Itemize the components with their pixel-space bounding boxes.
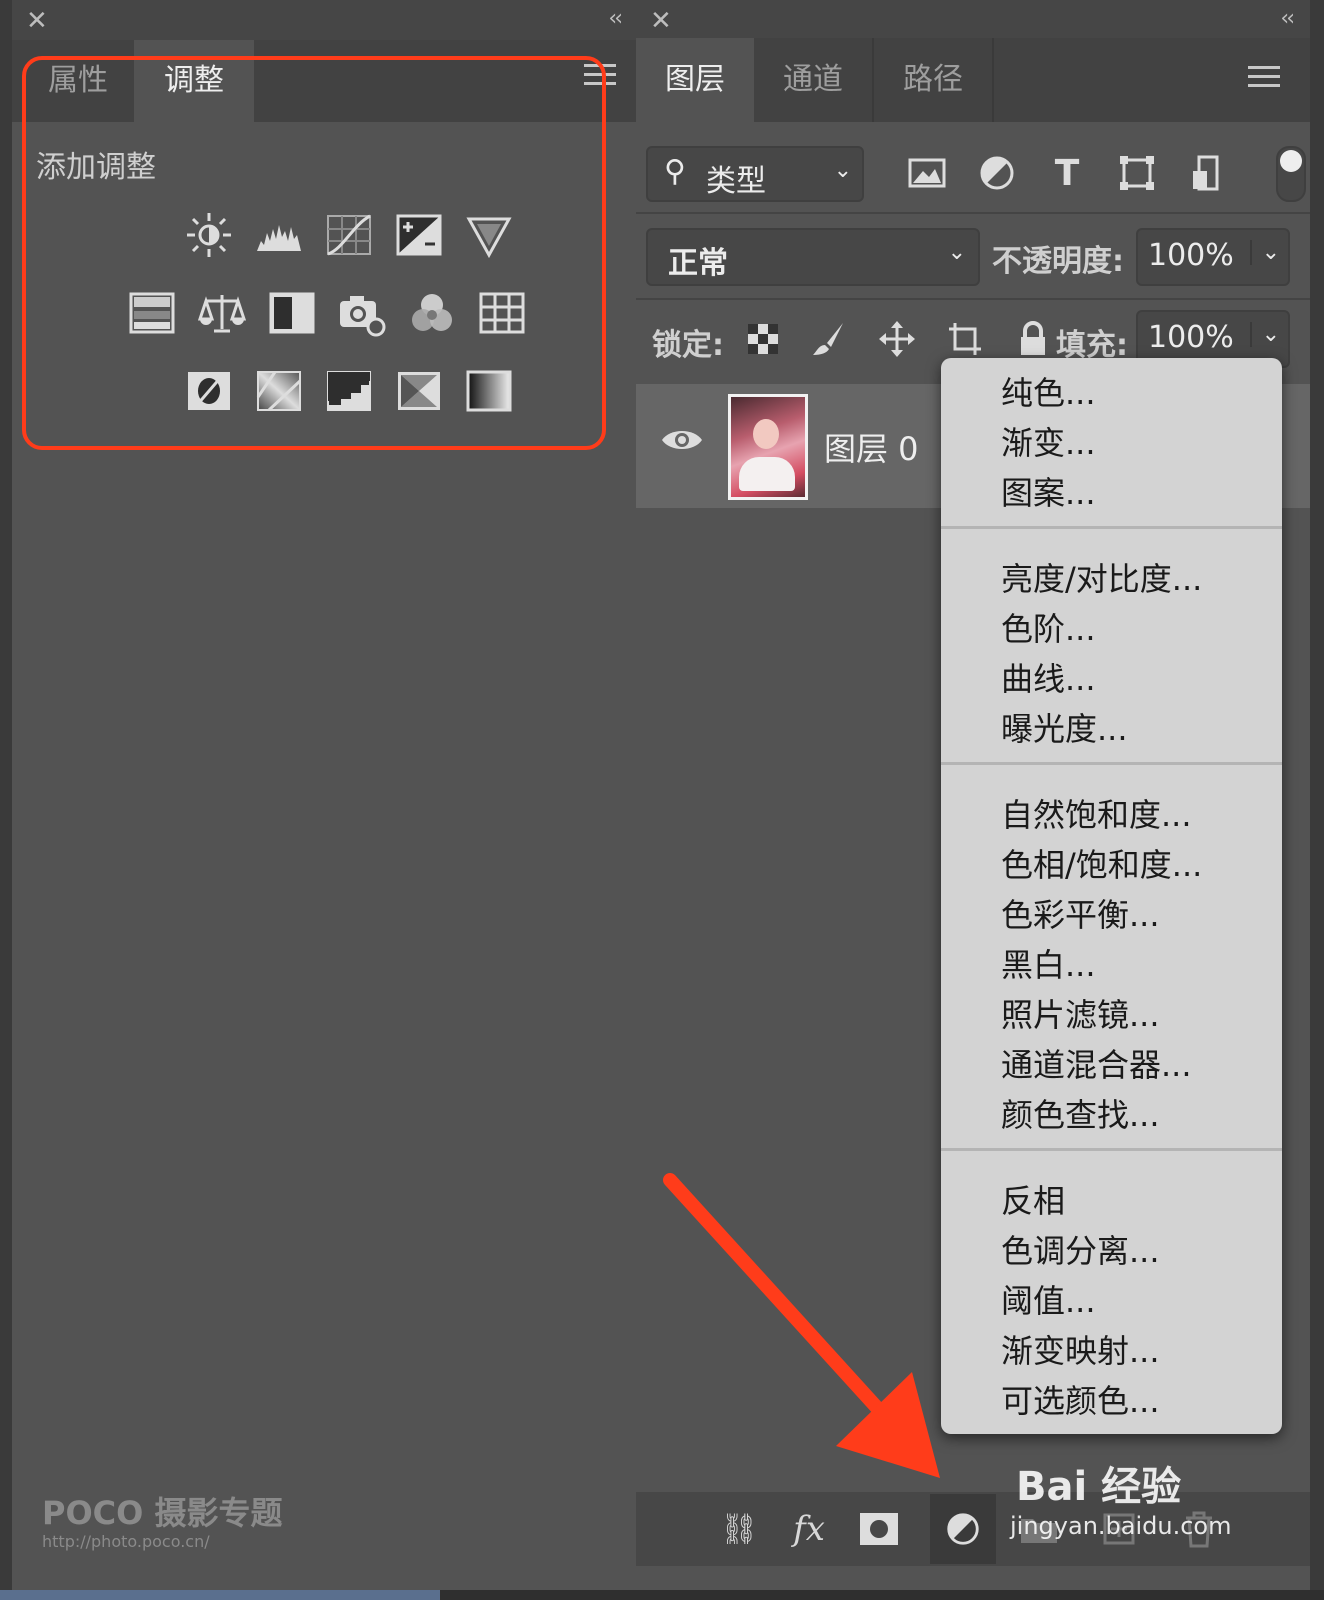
collapse-icon[interactable]: ‹‹ xyxy=(608,6,623,31)
menu-item[interactable]: 图案... xyxy=(1001,468,1096,514)
link-layers-icon[interactable]: ⛓ xyxy=(716,1506,762,1552)
filter-type-icon[interactable]: T xyxy=(1044,150,1090,196)
lock-label: 锁定: xyxy=(652,328,724,363)
tab-paths[interactable]: 路径 xyxy=(874,38,994,122)
lock-artboard-icon[interactable] xyxy=(942,316,988,362)
chevron-down-icon[interactable]: ⌄ xyxy=(1249,240,1280,265)
annotation-arrow xyxy=(663,1173,940,1478)
menu-item[interactable]: 自然饱和度... xyxy=(1001,790,1192,836)
menu-item[interactable]: 黑白... xyxy=(1001,940,1096,986)
collapse-icon[interactable]: ‹‹ xyxy=(1280,6,1295,31)
bottom-strip xyxy=(0,1590,1324,1600)
chevron-down-icon: ⌄ xyxy=(833,158,852,183)
add-mask-icon[interactable] xyxy=(856,1506,902,1552)
eye-visibility-icon[interactable] xyxy=(660,420,704,464)
layer-name[interactable]: 图层 0 xyxy=(824,424,919,470)
annotation-highlight-box xyxy=(22,56,606,450)
menu-separator xyxy=(941,762,1282,765)
fx-icon[interactable]: fx xyxy=(786,1506,832,1552)
close-icon[interactable]: ✕ xyxy=(650,6,672,36)
new-adjustment-layer-icon[interactable] xyxy=(930,1494,996,1564)
menu-item[interactable]: 通道混合器... xyxy=(1001,1040,1192,1086)
adjustments-panel: ✕ ‹‹ 属性 调整 添加调整 POCO 摄影专题 http://photo.p… xyxy=(12,0,638,1590)
divider xyxy=(636,298,1310,300)
blend-mode-select[interactable]: 正常 ⌄ xyxy=(646,228,980,286)
fill-value[interactable]: 100% xyxy=(1148,320,1234,355)
panel-menu-icon[interactable] xyxy=(1248,66,1280,92)
menu-item[interactable]: 可选颜色... xyxy=(1001,1376,1160,1422)
lock-all-icon[interactable] xyxy=(1010,316,1056,362)
layer-thumbnail[interactable] xyxy=(728,394,808,500)
chevron-down-icon: ⌄ xyxy=(947,240,966,265)
right-panel-titlebar: ✕ ‹‹ xyxy=(636,0,1310,40)
search-icon: ⚲ xyxy=(664,154,686,189)
close-icon[interactable]: ✕ xyxy=(26,6,48,36)
blend-mode-value: 正常 xyxy=(668,246,728,281)
menu-item[interactable]: 色相/饱和度... xyxy=(1001,840,1202,886)
menu-item[interactable]: 照片滤镜... xyxy=(1001,990,1160,1036)
filter-adjustment-icon[interactable] xyxy=(974,150,1020,196)
menu-item[interactable]: 颜色查找... xyxy=(1001,1090,1160,1136)
filter-pixel-icon[interactable] xyxy=(904,150,950,196)
chevron-down-icon[interactable]: ⌄ xyxy=(1249,322,1280,347)
adjustment-layer-context-menu: 纯色... 渐变... 图案... 亮度/对比度... 色阶... 曲线... … xyxy=(941,358,1282,1434)
menu-item[interactable]: 反相 xyxy=(1001,1176,1065,1222)
menu-item[interactable]: 纯色... xyxy=(1001,368,1096,414)
menu-item[interactable]: 色阶... xyxy=(1001,604,1096,650)
opacity-value[interactable]: 100% xyxy=(1148,238,1234,273)
layers-tabs: 图层 通道 路径 xyxy=(636,38,1310,122)
filter-kind-label: 类型 xyxy=(706,164,766,199)
menu-item[interactable]: 渐变... xyxy=(1001,418,1096,464)
filter-shape-icon[interactable] xyxy=(1114,150,1160,196)
menu-item[interactable]: 曝光度... xyxy=(1001,704,1128,750)
filter-toggle[interactable] xyxy=(1276,146,1306,202)
menu-item[interactable]: 阈值... xyxy=(1001,1276,1096,1322)
menu-separator xyxy=(941,1148,1282,1151)
left-panel-titlebar: ✕ ‹‹ xyxy=(12,0,638,40)
poco-watermark: POCO 摄影专题 http://photo.poco.cn/ xyxy=(42,1494,283,1551)
lock-pixels-brush-icon[interactable] xyxy=(806,316,852,362)
opacity-label: 不透明度: xyxy=(992,244,1124,279)
tab-channels[interactable]: 通道 xyxy=(754,38,874,122)
filter-smartobject-icon[interactable] xyxy=(1184,150,1230,196)
opacity-field[interactable]: 100% ⌄ xyxy=(1136,228,1290,286)
menu-item[interactable]: 色调分离... xyxy=(1001,1226,1160,1272)
menu-item[interactable]: 亮度/对比度... xyxy=(1001,554,1202,600)
divider xyxy=(636,212,1310,214)
lock-transparent-icon[interactable] xyxy=(740,316,786,362)
menu-item[interactable]: 色彩平衡... xyxy=(1001,890,1160,936)
lock-position-move-icon[interactable] xyxy=(874,316,920,362)
menu-item[interactable]: 曲线... xyxy=(1001,654,1096,700)
menu-item[interactable]: 渐变映射... xyxy=(1001,1326,1160,1372)
filter-kind-select[interactable]: ⚲ 类型 ⌄ xyxy=(646,146,864,202)
menu-separator xyxy=(941,526,1282,529)
baidu-watermark: Bai 经验 jingyan.baidu.com xyxy=(1010,1464,1232,1540)
tab-layers[interactable]: 图层 xyxy=(636,38,754,122)
